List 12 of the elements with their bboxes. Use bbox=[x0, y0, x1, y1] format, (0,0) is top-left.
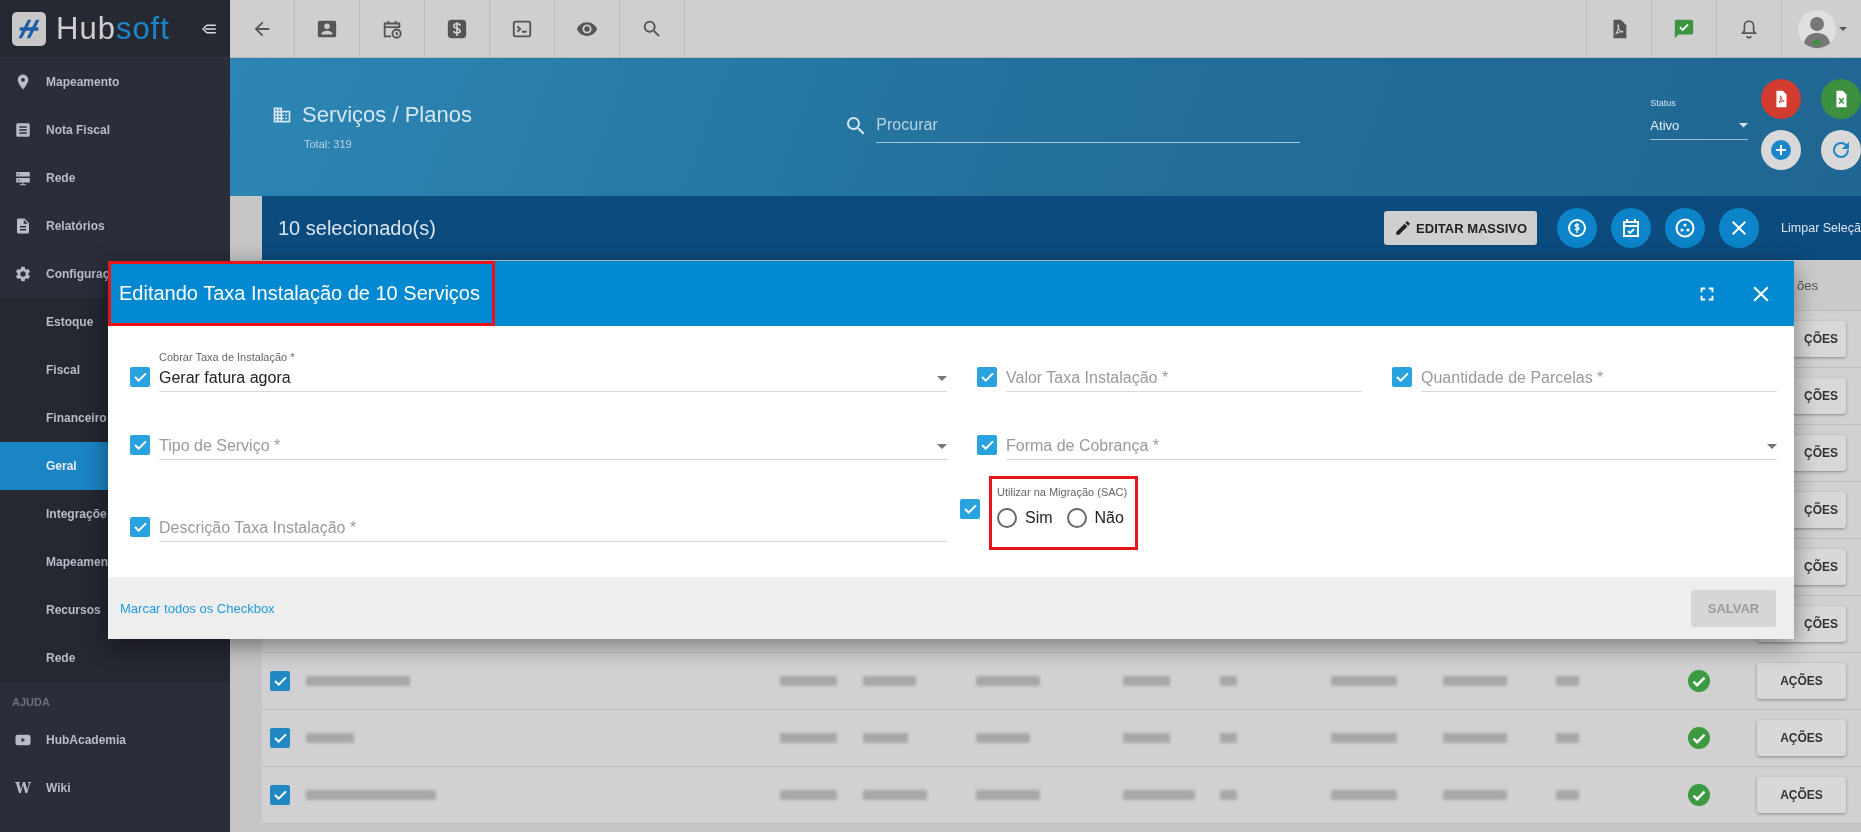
radio-label: Sim bbox=[1025, 509, 1053, 527]
page-title: Serviços / Planos bbox=[302, 102, 472, 128]
wiki-icon: W bbox=[14, 780, 32, 796]
dialog-title: Editando Taxa Instalação de 10 Serviços bbox=[108, 261, 495, 326]
field-label: Status bbox=[1650, 98, 1677, 108]
section-title: AJUDA bbox=[11, 695, 51, 710]
selection-count: 10 selecionado(s) bbox=[278, 216, 437, 240]
column-header: ões bbox=[1797, 277, 1818, 293]
field-label: Utilizar na Migração (SAC) bbox=[997, 486, 1128, 498]
radio-label: Não bbox=[1094, 509, 1124, 527]
logo-text: Hubsoft bbox=[56, 10, 171, 47]
total-count: Total: 319 bbox=[304, 138, 353, 150]
